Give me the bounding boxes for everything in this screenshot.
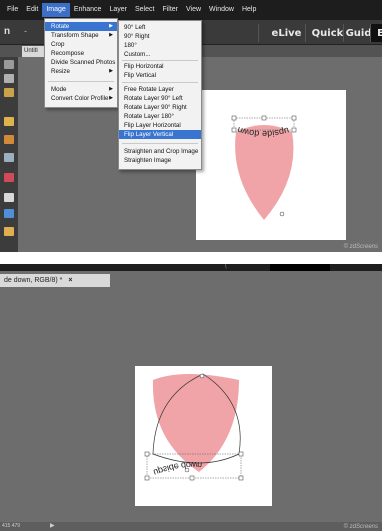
expert-button[interactable]: E bbox=[370, 24, 382, 42]
document-canvas[interactable]: upside down bbox=[135, 366, 272, 506]
transform-handle[interactable] bbox=[238, 451, 244, 457]
eraser-tool-icon[interactable] bbox=[4, 153, 14, 162]
rotate-90-left[interactable]: 90° Left bbox=[119, 23, 201, 32]
menu-bar: File Edit Image Enhance Layer Select Fil… bbox=[0, 0, 382, 20]
menu-window[interactable]: Window bbox=[205, 3, 238, 17]
screenshot-separator bbox=[0, 252, 382, 264]
transform-handle[interactable] bbox=[231, 127, 237, 133]
flip-layer-vertical[interactable]: Flip Layer Vertical bbox=[119, 130, 201, 139]
document-tab-title: de down, RGB/8) * bbox=[4, 277, 63, 284]
transform-handle[interactable] bbox=[291, 127, 297, 133]
rotate-submenu: 90° Left 90° Right 180° Custom... Flip H… bbox=[118, 20, 202, 170]
strip-notch: ( bbox=[225, 264, 227, 269]
image-menu-item-crop[interactable]: Crop bbox=[45, 40, 117, 49]
shield-layer-flipped: upside down bbox=[144, 373, 244, 481]
status-bar: 415 479 ▶ © zdScreens bbox=[0, 522, 382, 531]
image-menu-item-recompose[interactable]: Recompose bbox=[45, 49, 117, 58]
menu-view[interactable]: View bbox=[182, 3, 205, 17]
menu-select[interactable]: Select bbox=[131, 3, 158, 17]
open-menu-label[interactable]: n bbox=[4, 26, 10, 37]
transform-handle[interactable] bbox=[231, 115, 237, 121]
transform-handle[interactable] bbox=[291, 115, 297, 121]
anchor-point[interactable] bbox=[184, 467, 190, 473]
menu-separator bbox=[48, 81, 114, 82]
close-icon[interactable]: × bbox=[68, 277, 72, 284]
watermark: © zdScreens bbox=[343, 244, 378, 250]
image-menu-item-rotate[interactable]: Rotate ▶ bbox=[45, 22, 117, 31]
transform-handle[interactable] bbox=[238, 475, 244, 481]
shield-shape bbox=[235, 125, 294, 220]
menu-help[interactable]: Help bbox=[238, 3, 260, 17]
paint-bucket-tool-icon[interactable] bbox=[4, 209, 14, 218]
marquee-tool-icon[interactable] bbox=[4, 74, 14, 83]
lasso-tool-icon[interactable] bbox=[4, 88, 14, 97]
stamp-tool-icon[interactable] bbox=[4, 135, 14, 144]
watermark: © zdScreens bbox=[343, 524, 378, 530]
transform-handle[interactable] bbox=[144, 475, 150, 481]
pencil-tool-icon[interactable] bbox=[4, 173, 14, 182]
open-dropdown-arrow[interactable]: - bbox=[24, 26, 27, 36]
rotate-180[interactable]: 180° bbox=[119, 41, 201, 50]
rotate-layer-90-left[interactable]: Rotate Layer 90° Left bbox=[119, 94, 201, 103]
anchor-point[interactable] bbox=[279, 211, 285, 217]
menu-edit[interactable]: Edit bbox=[22, 3, 42, 17]
menu-file[interactable]: File bbox=[3, 3, 22, 17]
image-menu-item-divide-scanned[interactable]: Divide Scanned Photos bbox=[45, 58, 117, 67]
shield-layer: upside down bbox=[231, 115, 297, 220]
rotate-layer-180[interactable]: Rotate Layer 180° bbox=[119, 112, 201, 121]
menu-layer[interactable]: Layer bbox=[105, 3, 131, 17]
dark-block bbox=[270, 264, 330, 271]
image-menu-item-convert-color-profile[interactable]: Convert Color Profile ▶ bbox=[45, 94, 117, 103]
document-canvas[interactable]: upside down bbox=[196, 90, 346, 240]
flip-vertical[interactable]: Flip Vertical bbox=[119, 71, 201, 80]
menu-separator bbox=[122, 60, 198, 61]
image-menu-item-resize[interactable]: Resize ▶ bbox=[45, 67, 117, 76]
flip-layer-horizontal[interactable]: Flip Layer Horizontal bbox=[119, 121, 201, 130]
gradient-tool-icon[interactable] bbox=[4, 227, 14, 236]
shield-shape bbox=[152, 374, 239, 472]
tools-panel bbox=[0, 57, 18, 252]
menu-filter[interactable]: Filter bbox=[158, 3, 182, 17]
transform-handle[interactable] bbox=[189, 475, 195, 481]
straighten-image[interactable]: Straighten Image bbox=[119, 156, 201, 165]
image-menu-item-mode[interactable]: Mode ▶ bbox=[45, 85, 117, 94]
transform-handle[interactable] bbox=[261, 115, 267, 121]
menu-separator bbox=[122, 143, 198, 144]
shape-tool-icon[interactable] bbox=[4, 193, 14, 202]
rotate-90-right[interactable]: 90° Right bbox=[119, 32, 201, 41]
straighten-and-crop-image[interactable]: Straighten and Crop Image bbox=[119, 147, 201, 156]
move-tool-icon[interactable] bbox=[4, 60, 14, 69]
rotate-custom[interactable]: Custom... bbox=[119, 50, 201, 59]
menu-enhance[interactable]: Enhance bbox=[70, 3, 106, 17]
brush-tool-icon[interactable] bbox=[4, 117, 14, 126]
rotate-layer-90-right[interactable]: Rotate Layer 90° Right bbox=[119, 103, 201, 112]
transform-handle[interactable] bbox=[144, 451, 150, 457]
menu-image[interactable]: Image bbox=[42, 3, 70, 17]
document-tab[interactable]: de down, RGB/8) * × bbox=[0, 274, 110, 287]
top-strip: ( bbox=[0, 264, 382, 271]
menu-separator bbox=[122, 82, 198, 83]
status-arrow-icon[interactable]: ▶ bbox=[50, 522, 55, 529]
canvas-text: upside down bbox=[152, 460, 202, 478]
bottom-screenshot: ( de down, RGB/8) * × upside down 415 479… bbox=[0, 264, 382, 531]
top-screenshot: File Edit Image Enhance Layer Select Fil… bbox=[0, 0, 382, 252]
image-menu-item-transform-shape[interactable]: Transform Shape ▶ bbox=[45, 31, 117, 40]
status-readout: 415 479 bbox=[2, 523, 21, 529]
free-rotate-layer[interactable]: Free Rotate Layer bbox=[119, 85, 201, 94]
anchor-point[interactable] bbox=[199, 373, 205, 379]
image-menu-dropdown: Rotate ▶ Transform Shape ▶ Crop Recompose … bbox=[44, 18, 118, 108]
flip-horizontal[interactable]: Flip Horizontal bbox=[119, 62, 201, 71]
